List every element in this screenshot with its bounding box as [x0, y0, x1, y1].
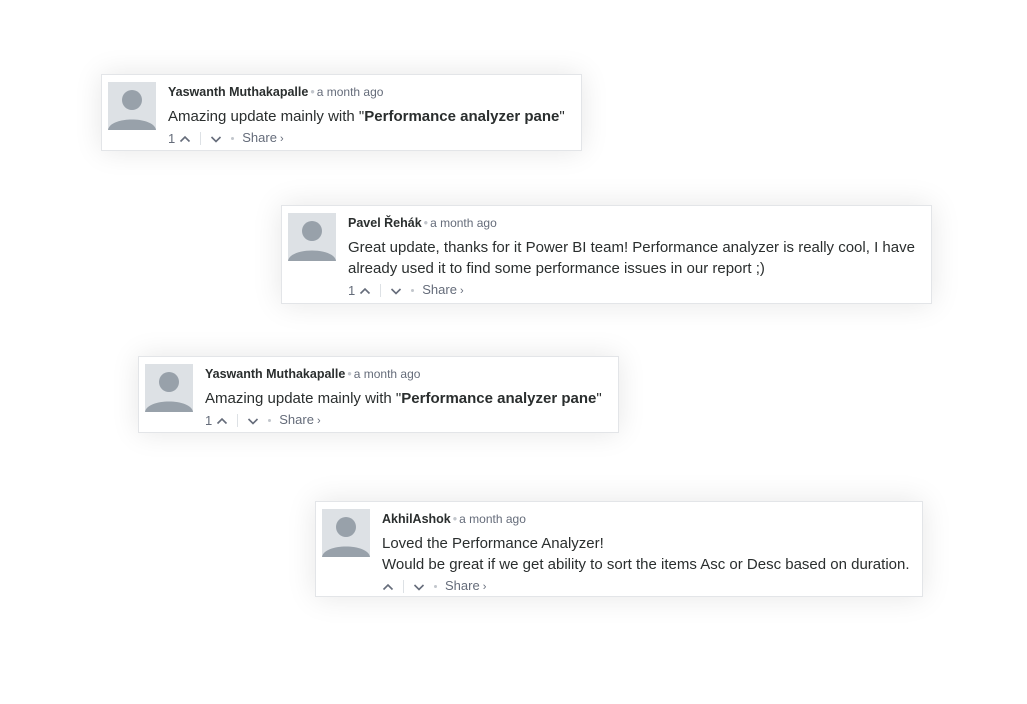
timestamp[interactable]: a month ago	[354, 367, 421, 381]
comment-header: Yaswanth Muthakapalle • a month ago	[205, 366, 606, 382]
chevron-up-icon	[180, 135, 191, 142]
timestamp[interactable]: a month ago	[317, 85, 384, 99]
downvote-button[interactable]	[413, 581, 425, 593]
separator-dot: •	[423, 216, 429, 230]
vote-divider	[403, 580, 404, 593]
footer-dot	[434, 585, 437, 588]
comment-body: Amazing update mainly with "Performance …	[205, 390, 602, 407]
default-user-avatar-icon	[145, 372, 193, 412]
author-name[interactable]: Pavel Řehák	[348, 216, 422, 230]
default-user-avatar-icon	[108, 90, 156, 130]
upvote-button[interactable]	[216, 415, 228, 427]
downvote-button[interactable]	[390, 285, 402, 297]
downvote-button[interactable]	[210, 133, 222, 145]
default-user-avatar-icon	[288, 221, 336, 261]
chevron-down-icon	[413, 583, 425, 591]
author-name[interactable]: Yaswanth Muthakapalle	[205, 367, 345, 381]
chevron-up-icon	[382, 583, 394, 590]
comment-header: AkhilAshok • a month ago	[382, 511, 910, 527]
author-name[interactable]: Yaswanth Muthakapalle	[168, 85, 308, 99]
comment-footer: 1 Share ›	[205, 411, 606, 430]
comment-body: Loved the Performance Analyzer! Would be…	[382, 535, 910, 573]
vote-divider	[200, 132, 202, 145]
vote-divider	[380, 284, 382, 297]
chevron-up-icon	[217, 417, 228, 424]
footer-dot	[268, 419, 272, 422]
comment-card: AkhilAshok • a month ago Loved the Perform…	[315, 501, 923, 597]
footer-dot	[411, 289, 415, 292]
comment-header: Pavel Řehák • a month ago	[348, 215, 919, 231]
vote-count: 1	[348, 282, 356, 298]
default-user-avatar-icon	[322, 517, 370, 557]
avatar[interactable]	[288, 213, 336, 261]
comment-card: Yaswanth Muthakapalle • a month ago Amazin…	[138, 356, 619, 433]
share-button[interactable]: Share ›	[242, 129, 283, 148]
author-name[interactable]: AkhilAshok	[382, 512, 451, 526]
avatar[interactable]	[322, 509, 370, 557]
timestamp[interactable]: a month ago	[459, 512, 526, 526]
upvote-button[interactable]	[179, 133, 191, 145]
separator-dot: •	[347, 367, 352, 381]
comment-body: Great update, thanks for it Power BI tea…	[348, 239, 915, 277]
chevron-right-icon: ›	[482, 581, 487, 593]
share-button[interactable]: Share ›	[279, 411, 320, 430]
share-button[interactable]: Share ›	[422, 281, 463, 300]
upvote-button[interactable]	[359, 285, 371, 297]
avatar[interactable]	[145, 364, 193, 412]
vote-count: 1	[168, 130, 176, 146]
bold-text: Performance analyzer pane	[401, 390, 597, 407]
comment-footer: Share ›	[382, 577, 910, 596]
chevron-up-icon	[360, 287, 371, 294]
bold-text: Performance analyzer pane	[364, 108, 560, 125]
comment-card: Yaswanth Muthakapalle • a month ago Amazin…	[101, 74, 582, 151]
timestamp[interactable]: a month ago	[430, 216, 497, 230]
comment-card: Pavel Řehák • a month ago Great update, th…	[281, 205, 932, 304]
chevron-down-icon	[248, 417, 259, 425]
chevron-right-icon: ›	[316, 415, 321, 427]
chevron-right-icon: ›	[459, 285, 464, 297]
avatar[interactable]	[108, 82, 156, 130]
comment-footer: 1 Share ›	[348, 281, 919, 300]
comments-collage: Yaswanth Muthakapalle • a month ago Amazin…	[0, 0, 1027, 704]
comment-body: Amazing update mainly with "Performance …	[168, 108, 565, 125]
chevron-down-icon	[391, 287, 402, 295]
downvote-button[interactable]	[247, 415, 259, 427]
separator-dot: •	[452, 512, 458, 526]
separator-dot: •	[310, 85, 315, 99]
vote-divider	[237, 414, 239, 427]
share-button[interactable]: Share ›	[445, 577, 486, 596]
chevron-right-icon: ›	[279, 133, 284, 145]
vote-count: 1	[205, 412, 213, 428]
comment-header: Yaswanth Muthakapalle • a month ago	[168, 84, 569, 100]
comment-footer: 1 Share ›	[168, 129, 569, 148]
footer-dot	[231, 137, 235, 140]
chevron-down-icon	[211, 135, 222, 143]
upvote-button[interactable]	[382, 581, 394, 593]
